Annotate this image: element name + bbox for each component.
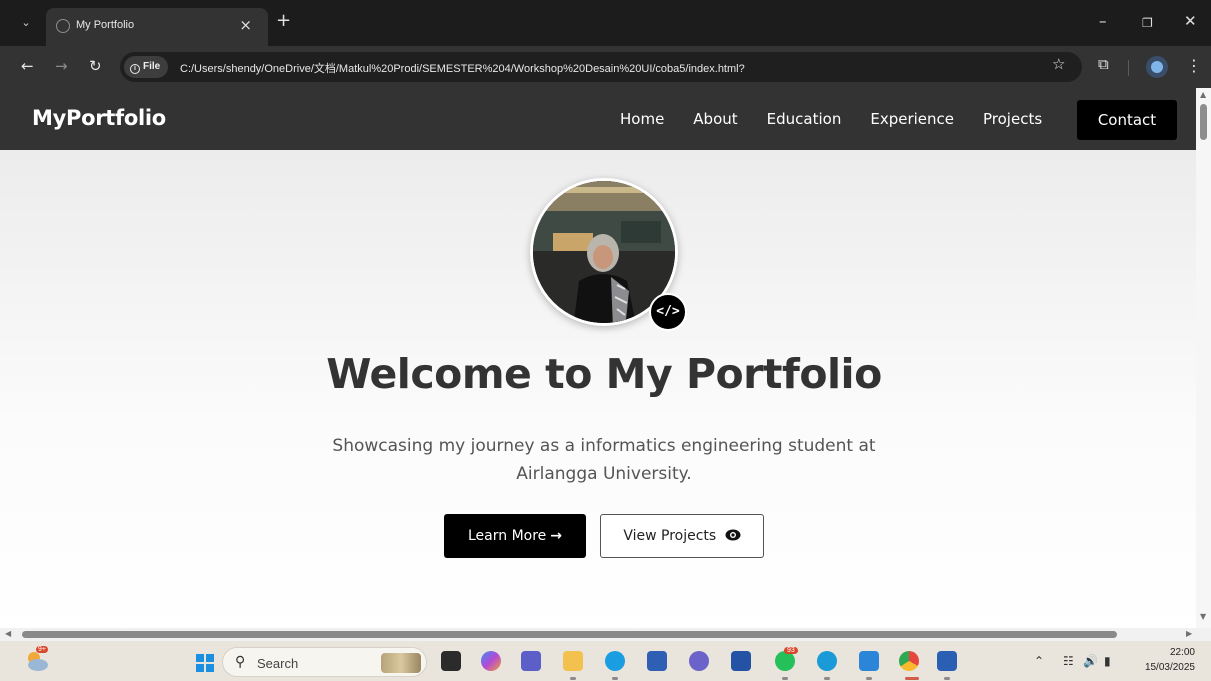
taskbar-search[interactable]: ⚲ Search [222,647,427,677]
contact-button[interactable]: Contact [1077,100,1177,140]
vscode-icon[interactable] [859,651,879,671]
system-clock[interactable]: 22:00 15/03/2025 [1133,645,1195,675]
url-text[interactable]: C:/Users/shendy/OneDrive/文档/Matkul%20Pro… [180,60,745,76]
hero-subtitle: Showcasing my journey as a informatics e… [332,436,876,484]
chevron-up-icon[interactable]: ⌃ [1034,654,1044,668]
hero-title: Welcome to My Portfolio [326,350,882,398]
plus-icon[interactable]: + [276,12,291,30]
windows-taskbar: 9+ ⚲ Search 93 ⌃ ☷ 🔊 ▮ 22:00 15/03/2025 [0,641,1211,681]
nav-link-about[interactable]: About [693,110,737,128]
nav-link-projects[interactable]: Projects [983,110,1042,128]
running-indicator [782,677,788,680]
running-indicator [944,677,950,680]
search-icon: ⚲ [235,654,246,670]
scroll-down-icon[interactable]: ▼ [1200,612,1206,621]
view-projects-button[interactable]: View Projects [600,514,764,558]
weather-badge: 9+ [36,646,48,653]
wifi-icon[interactable]: ☷ [1063,654,1074,668]
eye-icon [725,529,741,541]
file-explorer-icon[interactable] [441,651,461,671]
copilot-icon[interactable] [481,651,501,671]
hero-section: </> Welcome to My Portfolio Showcasing m… [0,150,1196,641]
vertical-scroll-thumb[interactable] [1200,104,1207,140]
vertical-scrollbar[interactable]: ▲ ▼ [1196,88,1211,641]
scroll-up-icon[interactable]: ▲ [1200,90,1206,99]
back-icon[interactable]: ← [21,58,34,74]
windows-start-icon[interactable] [196,654,214,672]
word-icon[interactable] [937,651,957,671]
whatsapp-icon[interactable] [775,651,795,671]
address-bar[interactable]: i File C:/Users/shendy/OneDrive/文档/Matkul… [120,52,1082,82]
toolbar-divider [1128,60,1129,76]
minimize-icon[interactable]: – [1099,13,1107,29]
running-indicator [570,677,576,680]
site-info-label: File [143,61,161,72]
learn-more-label: Learn More [467,528,547,544]
nav-link-education[interactable]: Education [767,110,842,128]
code-icon: </> [649,293,687,331]
running-indicator [612,677,618,680]
profile-icon[interactable] [1146,56,1168,78]
site-info-chip[interactable]: i File [124,56,168,78]
globe-icon [56,19,70,33]
tab-title: My Portfolio [76,19,135,31]
clock-time: 22:00 [1169,647,1195,658]
info-icon: i [130,64,140,74]
learn-more-button[interactable]: Learn More → [444,514,586,558]
folder-icon[interactable] [563,651,583,671]
browser-toolbar: ← → ↻ i File C:/Users/shendy/OneDrive/文档/… [0,46,1211,88]
lexicon-icon[interactable] [731,651,751,671]
nav-links: Home About Education Experience Projects [620,110,1071,128]
scroll-right-icon[interactable]: ▶ [1186,629,1192,638]
site-logo[interactable]: MyPortfolio [32,106,166,130]
clock-date: 15/03/2025 [1144,662,1195,673]
search-highlight-image [381,653,421,673]
nav-link-experience[interactable]: Experience [870,110,954,128]
edge-icon[interactable] [605,651,625,671]
reload-icon[interactable]: ↻ [89,58,102,74]
azure-data-icon[interactable] [817,651,837,671]
star-icon[interactable]: ☆ [1052,56,1065,72]
site-navbar: MyPortfolio Home About Education Experie… [0,88,1196,150]
store-icon[interactable] [647,651,667,671]
chrome-icon[interactable] [899,651,919,671]
kebab-menu-icon[interactable]: ⋮ [1186,57,1202,75]
page-viewport: MyPortfolio Home About Education Experie… [0,88,1211,641]
whatsapp-badge: 93 [784,647,798,654]
restore-icon[interactable]: ❐ [1142,15,1153,31]
close-icon[interactable]: × [239,16,252,34]
horizontal-scroll-thumb[interactable] [22,631,1117,638]
view-projects-label: View Projects [623,528,717,544]
volume-icon[interactable]: 🔊 [1083,654,1098,668]
battery-icon[interactable]: ▮ [1104,654,1111,668]
running-indicator [824,677,830,680]
active-indicator [905,677,919,680]
running-indicator [866,677,872,680]
arc-icon[interactable] [689,651,709,671]
arrow-right-icon: → [550,528,563,544]
browser-tab-strip: ⌄ My Portfolio × + – ❐ ✕ [0,0,1211,46]
browser-tab[interactable]: My Portfolio × [46,8,268,46]
extensions-icon[interactable]: ⧉ [1098,56,1109,72]
search-label: Search [257,656,299,671]
window-close-icon[interactable]: ✕ [1184,13,1197,29]
teams-icon[interactable] [521,651,541,671]
horizontal-scrollbar[interactable]: ◀ ▶ [0,628,1211,641]
tab-list-icon[interactable]: ⌄ [18,15,34,31]
nav-link-home[interactable]: Home [620,110,664,128]
scroll-left-icon[interactable]: ◀ [5,629,11,638]
forward-icon[interactable]: → [55,58,68,74]
